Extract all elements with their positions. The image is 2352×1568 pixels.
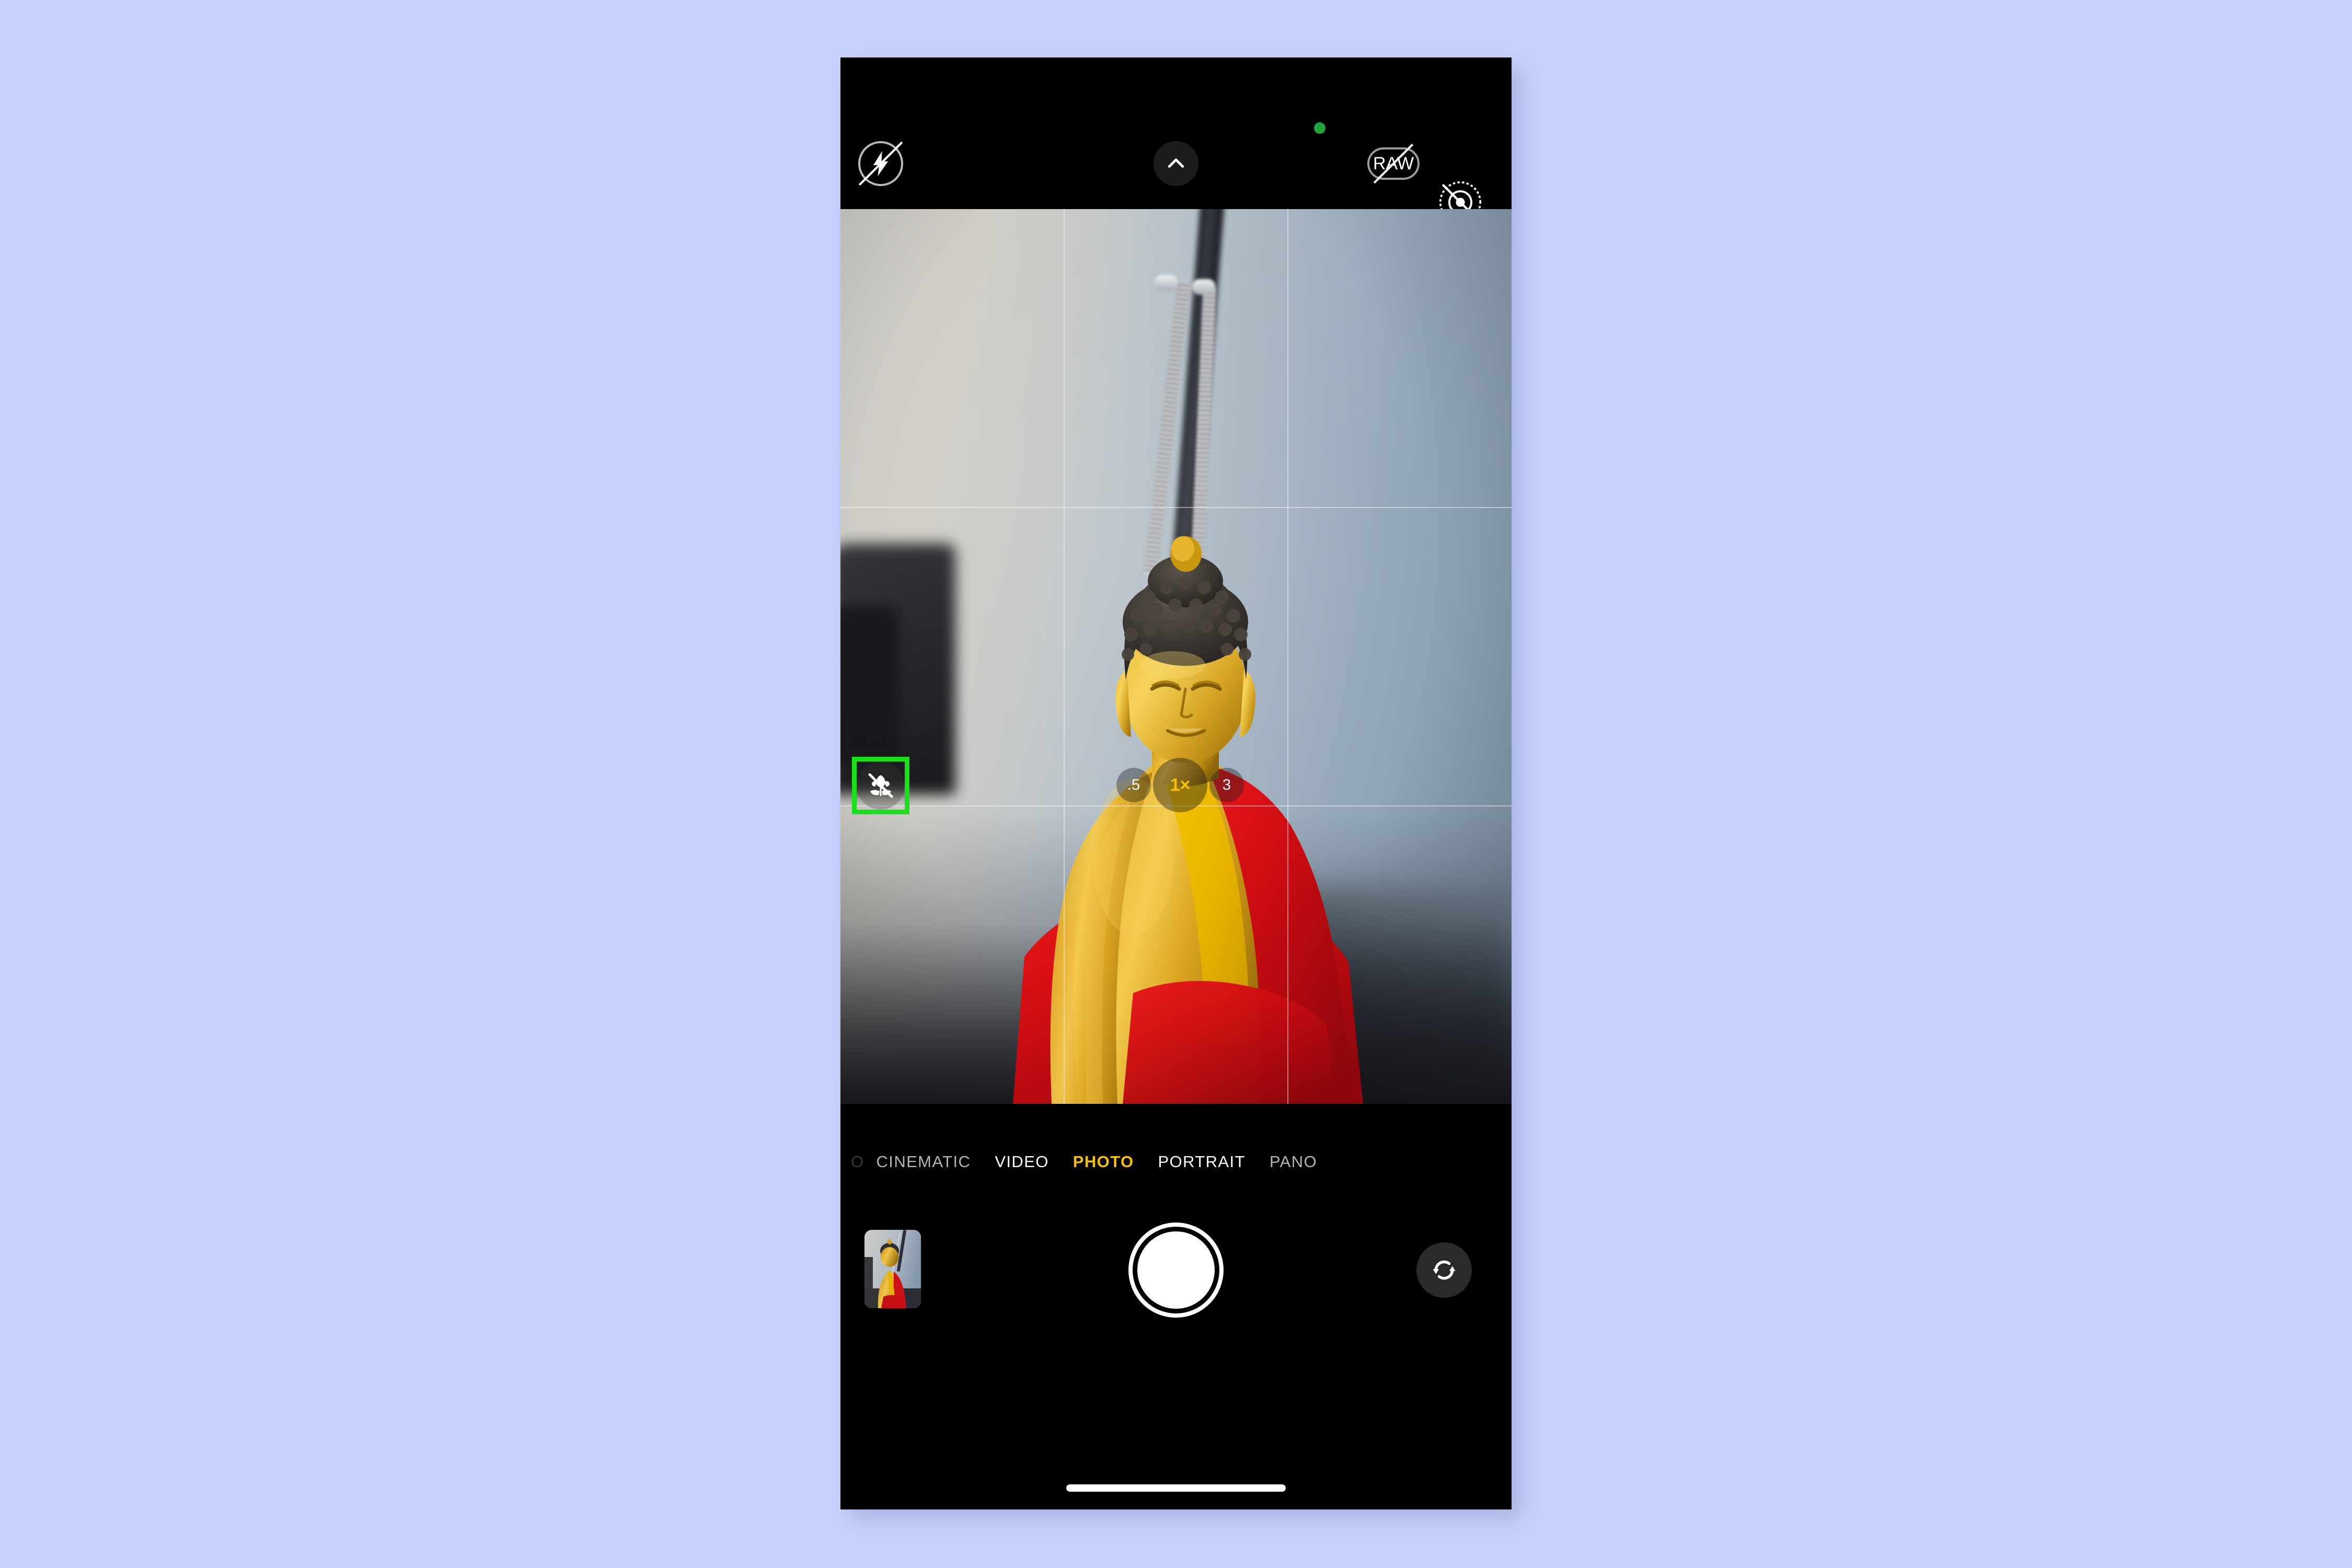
zoom-option-3[interactable]: 3 bbox=[1209, 768, 1244, 802]
mode-slomo-partial[interactable]: O bbox=[847, 1152, 864, 1171]
screenshot-canvas: RAW bbox=[0, 0, 2352, 1568]
chevron-up-icon bbox=[1168, 158, 1184, 168]
camera-in-use-indicator bbox=[1314, 122, 1325, 134]
macro-control-highlight bbox=[852, 757, 909, 814]
mode-cinematic[interactable]: CINEMATIC bbox=[864, 1152, 983, 1171]
flash-off-button[interactable] bbox=[858, 141, 903, 186]
phone-screen: RAW bbox=[840, 57, 1512, 1509]
bottom-control-area: O CINEMATIC VIDEO PHOTO PORTRAIT PANO bbox=[840, 1104, 1512, 1509]
zoom-option-0.5[interactable]: .5 bbox=[1116, 768, 1151, 802]
flash-off-icon bbox=[858, 141, 903, 186]
mode-photo[interactable]: PHOTO bbox=[1061, 1152, 1146, 1171]
camera-preview[interactable]: .5 1× 3 bbox=[840, 209, 1512, 1104]
macro-control-off-button[interactable] bbox=[857, 762, 905, 810]
macro-flower-off-icon bbox=[868, 773, 893, 798]
camera-flip-icon bbox=[1433, 1260, 1456, 1280]
last-photo-thumbnail[interactable] bbox=[864, 1230, 921, 1308]
buddha-statue bbox=[1013, 536, 1363, 1104]
zoom-option-1x[interactable]: 1× bbox=[1153, 758, 1207, 812]
mode-pano[interactable]: PANO bbox=[1258, 1152, 1329, 1171]
mode-video[interactable]: VIDEO bbox=[983, 1152, 1060, 1171]
top-control-bar: RAW bbox=[840, 141, 1512, 224]
camera-flip-button[interactable] bbox=[1416, 1242, 1472, 1298]
thumbnail-image bbox=[864, 1230, 921, 1308]
zoom-selector: .5 1× 3 bbox=[1070, 758, 1290, 812]
mode-carousel[interactable]: O CINEMATIC VIDEO PHOTO PORTRAIT PANO bbox=[840, 1143, 1512, 1181]
raw-off-button[interactable]: RAW bbox=[1367, 143, 1420, 184]
shutter-inner bbox=[1137, 1231, 1215, 1309]
slash-line bbox=[858, 141, 903, 186]
more-controls-button[interactable] bbox=[1154, 141, 1198, 186]
mode-portrait[interactable]: PORTRAIT bbox=[1146, 1152, 1257, 1171]
shutter-button[interactable] bbox=[1128, 1223, 1224, 1318]
home-indicator[interactable] bbox=[1066, 1484, 1286, 1492]
shutter-row bbox=[840, 1213, 1512, 1328]
